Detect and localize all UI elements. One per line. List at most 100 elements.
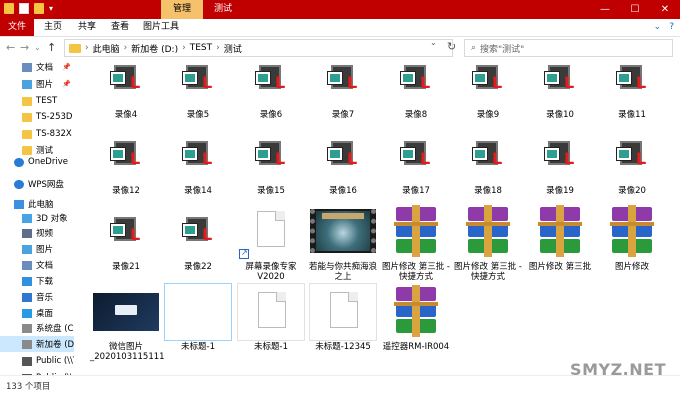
- file-item[interactable]: L 录像21: [92, 203, 160, 281]
- up-button[interactable]: ↑: [47, 41, 56, 54]
- file-item[interactable]: L 录像5: [164, 59, 232, 129]
- sidebar-item[interactable]: 新加卷 (D:): [0, 336, 74, 352]
- file-name: 录像6: [259, 110, 283, 120]
- file-item[interactable]: L 录像15: [237, 127, 305, 205]
- recent-locations-button[interactable]: ⌄: [34, 43, 41, 52]
- pic-icon: [22, 79, 32, 89]
- tab-picture-tools[interactable]: 图片工具: [136, 19, 186, 36]
- doc-icon: [22, 260, 32, 270]
- cloud-icon: [14, 157, 24, 167]
- file-name: 图片修改 第三批 - 快捷方式: [454, 262, 522, 282]
- file-item[interactable]: L 录像16: [309, 127, 377, 205]
- file-item[interactable]: 屏幕录像专家V2020: [237, 203, 305, 282]
- sidebar-item[interactable]: TEST: [0, 93, 74, 109]
- minimize-button[interactable]: —: [590, 0, 620, 19]
- file-item[interactable]: 未标题-1: [237, 283, 305, 361]
- sidebar-item-label: Public (\\T: [36, 356, 74, 366]
- file-item[interactable]: L 录像11: [598, 59, 666, 129]
- properties-icon[interactable]: [19, 3, 29, 14]
- sidebar-item[interactable]: 文档: [0, 257, 74, 273]
- file-item[interactable]: L 录像20: [598, 127, 666, 205]
- refresh-icon[interactable]: ↻: [447, 40, 456, 53]
- file-item[interactable]: L 录像7: [309, 59, 377, 129]
- sidebar-item[interactable]: 3D 对象: [0, 210, 74, 226]
- file-name: 录像11: [618, 110, 646, 120]
- file-item[interactable]: 遥控器RM-IR004: [382, 283, 450, 361]
- sidebar-item-label: 此电脑: [28, 200, 54, 210]
- breadcrumb-test[interactable]: TEST: [190, 43, 212, 53]
- tab-view[interactable]: 查看: [105, 19, 135, 36]
- file-thumbnail: [237, 283, 305, 341]
- tab-home[interactable]: 主页: [38, 19, 68, 36]
- archive-icon: [464, 205, 512, 259]
- file-item[interactable]: 微信图片_2020103115111: [90, 283, 165, 362]
- sidebar-item[interactable]: Public (\\T: [0, 353, 74, 369]
- sidebar-item[interactable]: 视频: [0, 225, 74, 241]
- file-item[interactable]: L 录像8: [382, 59, 450, 129]
- sidebar-item-label: OneDrive: [28, 157, 68, 167]
- file-thumbnail: [382, 203, 450, 261]
- sidebar-item[interactable]: 文档 📌: [0, 59, 74, 75]
- window-controls: — ☐ ✕: [590, 0, 680, 19]
- close-button[interactable]: ✕: [650, 0, 680, 19]
- file-name: 未标题-1: [254, 342, 288, 352]
- tab-manage[interactable]: 管理: [161, 0, 203, 19]
- address-bar[interactable]: › 此电脑 › 新加卷 (D:) › TEST › 测试: [64, 39, 453, 57]
- file-name: 屏幕录像专家V2020: [245, 262, 297, 282]
- sidebar-item[interactable]: 音乐: [0, 289, 74, 305]
- sidebar-item[interactable]: 下载: [0, 273, 74, 289]
- sidebar-item[interactable]: 系统盘 (C:): [0, 320, 74, 336]
- file-item[interactable]: L 录像6: [237, 59, 305, 129]
- file-item[interactable]: L 录像10: [526, 59, 594, 129]
- file-item[interactable]: L 录像9: [454, 59, 522, 129]
- file-item[interactable]: 若能与你共痴海浪之上: [309, 203, 377, 282]
- sidebar-item[interactable]: 图片: [0, 241, 74, 257]
- recording-icon: L: [472, 63, 504, 93]
- file-item[interactable]: 未标题-12345: [309, 283, 377, 361]
- file-thumbnail: L: [309, 59, 377, 109]
- folder-icon: [4, 3, 14, 14]
- file-item[interactable]: L 录像4: [92, 59, 160, 129]
- sidebar-item[interactable]: TS-832X: [0, 126, 74, 142]
- sidebar-item[interactable]: OneDrive: [0, 154, 74, 170]
- file-item[interactable]: 图片修改 第三批 - 快捷方式: [382, 203, 450, 282]
- file-item[interactable]: L 录像12: [92, 127, 160, 205]
- file-item[interactable]: 图片修改 第三批: [526, 203, 594, 281]
- back-button[interactable]: ←: [6, 41, 15, 54]
- file-thumbnail: L: [92, 59, 160, 109]
- breadcrumb-current[interactable]: 测试: [224, 42, 242, 55]
- sidebar-item[interactable]: 桌面: [0, 305, 74, 321]
- file-thumbnail: [309, 203, 377, 261]
- file-item[interactable]: L 录像18: [454, 127, 522, 205]
- search-box[interactable]: ⌕ 搜索"测试": [464, 39, 673, 57]
- file-item[interactable]: 图片修改: [598, 203, 666, 281]
- new-folder-icon[interactable]: [34, 3, 44, 14]
- recording-icon: L: [616, 63, 648, 93]
- recording-icon: L: [400, 63, 432, 93]
- customize-quick-access-icon[interactable]: ▾: [49, 4, 53, 13]
- maximize-button[interactable]: ☐: [620, 0, 650, 19]
- help-icon[interactable]: ?: [669, 22, 674, 32]
- tab-file[interactable]: 文件: [0, 19, 34, 36]
- file-item[interactable]: L 录像22: [164, 203, 232, 281]
- breadcrumb-drive-d[interactable]: 新加卷 (D:): [131, 42, 178, 55]
- sidebar-item[interactable]: WPS网盘: [0, 176, 74, 192]
- tab-share[interactable]: 共享: [72, 19, 102, 36]
- forward-button[interactable]: →: [20, 41, 29, 54]
- file-name: 录像17: [402, 186, 430, 196]
- address-dropdown-icon[interactable]: ⌄: [430, 38, 437, 47]
- sidebar-item-label: 图片: [36, 80, 54, 90]
- file-name: 录像15: [257, 186, 285, 196]
- window-title: 测试: [214, 4, 233, 14]
- file-item[interactable]: 图片修改 第三批 - 快捷方式: [454, 203, 522, 282]
- sidebar-item[interactable]: 图片 📌: [0, 76, 74, 92]
- file-item[interactable]: L 录像14: [164, 127, 232, 205]
- file-item[interactable]: L 录像17: [382, 127, 450, 205]
- file-item[interactable]: 未标题-1: [164, 283, 232, 361]
- expand-ribbon-icon[interactable]: ⌄: [654, 22, 662, 32]
- file-name: 录像8: [404, 110, 428, 120]
- sidebar-item[interactable]: TS-253D: [0, 109, 74, 125]
- breadcrumb-this-pc[interactable]: 此电脑: [93, 42, 120, 55]
- file-item[interactable]: L 录像19: [526, 127, 594, 205]
- drive-icon: [22, 323, 32, 333]
